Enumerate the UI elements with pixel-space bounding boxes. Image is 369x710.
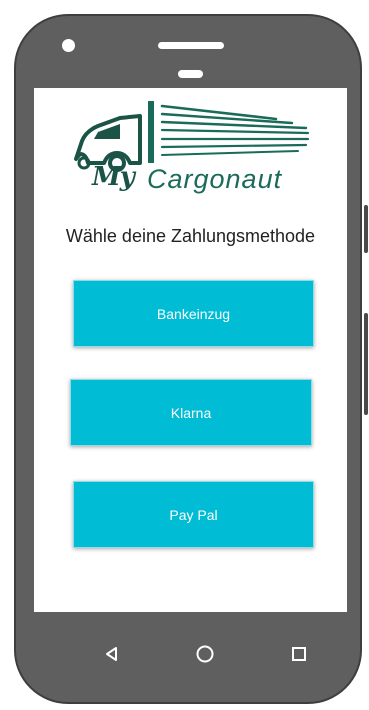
volume-button [364,205,368,253]
klarna-button[interactable]: Klarna [70,379,312,446]
logo-prefix: My [92,162,135,192]
recents-square-icon[interactable] [289,644,309,664]
logo-wordmark: Cargonaut [147,164,283,194]
home-circle-icon[interactable] [195,644,215,664]
earpiece-speaker [158,42,224,49]
proximity-sensor [178,70,203,78]
paypal-button[interactable]: Pay Pal [73,481,314,548]
back-triangle-icon[interactable] [102,644,122,664]
bankeinzug-button[interactable]: Bankeinzug [73,280,314,347]
power-button [364,313,368,415]
page-title: Wähle deine Zahlungsmethode [65,226,316,246]
android-nav-bar [34,612,347,692]
front-camera [62,39,75,52]
